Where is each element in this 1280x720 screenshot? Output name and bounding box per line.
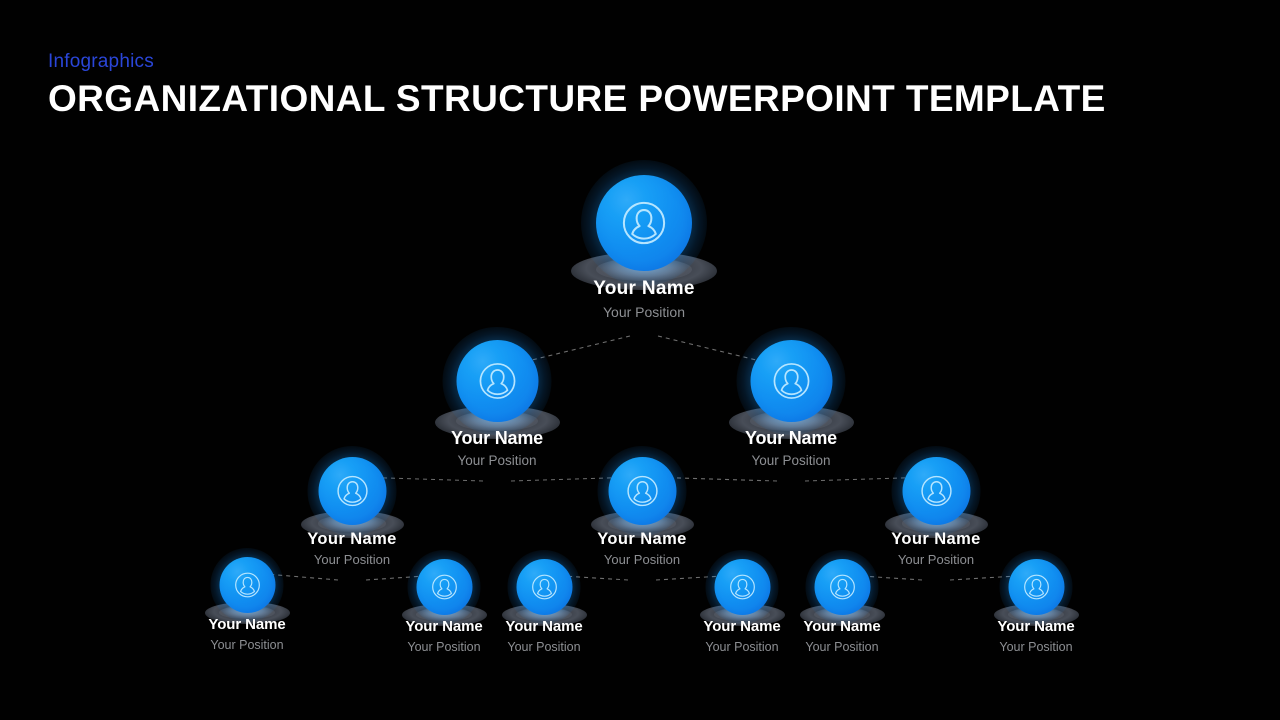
node-position-label: Your Position [705,639,779,654]
node-sphere[interactable] [805,550,879,624]
node-name-label: Your Name [997,618,1075,635]
node-sphere[interactable] [442,326,552,436]
node-name-label: Your Name [703,618,781,635]
node-position-label: Your Position [457,452,537,468]
node-position-label: Your Position [751,452,831,468]
node-position-label: Your Position [603,552,681,568]
person-outline-icon [531,574,557,600]
node-position-label: Your Position [210,637,284,652]
org-node[interactable]: Your Name Your Position [571,159,717,320]
node-avatar[interactable] [571,159,717,290]
org-node[interactable]: Your Name Your Position [401,550,487,654]
person-outline-icon [626,475,658,507]
org-node[interactable]: Your Name Your Position [204,548,290,652]
node-position-label: Your Position [805,639,879,654]
node-sphere[interactable] [210,548,284,622]
person-outline-icon [234,572,260,598]
node-sphere[interactable] [891,446,981,536]
node-sphere[interactable] [597,446,687,536]
org-node[interactable]: Your Name Your Position [699,550,785,654]
node-position-label: Your Position [313,552,391,568]
node-name-label: Your Name [593,278,695,299]
org-node[interactable]: Your Name Your Position [300,446,404,568]
node-position-label: Your Position [999,639,1073,654]
node-name-label: Your Name [745,428,837,448]
node-name-label: Your Name [803,618,881,635]
person-outline-icon [431,574,457,600]
node-name-label: Your Name [597,530,687,548]
node-name-label: Your Name [451,428,543,448]
node-position-label: Your Position [897,552,975,568]
node-avatar[interactable] [993,550,1079,626]
person-outline-icon [479,363,515,399]
node-avatar[interactable] [728,326,854,439]
node-position-label: Your Position [407,639,481,654]
node-sphere[interactable] [705,550,779,624]
slide-canvas: Infographics ORGANIZATIONAL STRUCTURE PO… [0,0,1280,720]
node-sphere[interactable] [507,550,581,624]
person-outline-icon [920,475,952,507]
person-outline-icon [622,201,666,245]
node-avatar[interactable] [204,548,290,624]
org-node[interactable]: Your Name Your Position [501,550,587,654]
node-sphere[interactable] [407,550,481,624]
org-node[interactable]: Your Name Your Position [590,446,694,568]
node-sphere[interactable] [999,550,1073,624]
node-sphere[interactable] [580,159,708,287]
node-name-label: Your Name [405,618,483,635]
node-name-label: Your Name [505,618,583,635]
org-node[interactable]: Your Name Your Position [799,550,885,654]
node-name-label: Your Name [891,530,981,548]
person-outline-icon [336,475,368,507]
person-outline-icon [829,574,855,600]
node-avatar[interactable] [699,550,785,626]
node-avatar[interactable] [434,326,560,439]
org-node[interactable]: Your Name Your Position [884,446,988,568]
org-node[interactable]: Your Name Your Position [993,550,1079,654]
node-sphere[interactable] [736,326,846,436]
node-avatar[interactable] [501,550,587,626]
org-node[interactable]: Your Name Your Position [728,326,854,469]
node-avatar[interactable] [401,550,487,626]
node-position-label: Your Position [603,303,685,320]
node-avatar[interactable] [590,446,694,538]
org-chart: Your Name Your Position Your Name Your Pos… [0,0,1280,720]
node-position-label: Your Position [507,639,581,654]
person-outline-icon [773,363,809,399]
node-avatar[interactable] [884,446,988,538]
node-sphere[interactable] [307,446,397,536]
node-name-label: Your Name [208,616,286,633]
person-outline-icon [729,574,755,600]
org-node[interactable]: Your Name Your Position [434,326,560,469]
node-avatar[interactable] [799,550,885,626]
node-name-label: Your Name [307,530,397,548]
node-avatar[interactable] [300,446,404,538]
person-outline-icon [1023,574,1049,600]
